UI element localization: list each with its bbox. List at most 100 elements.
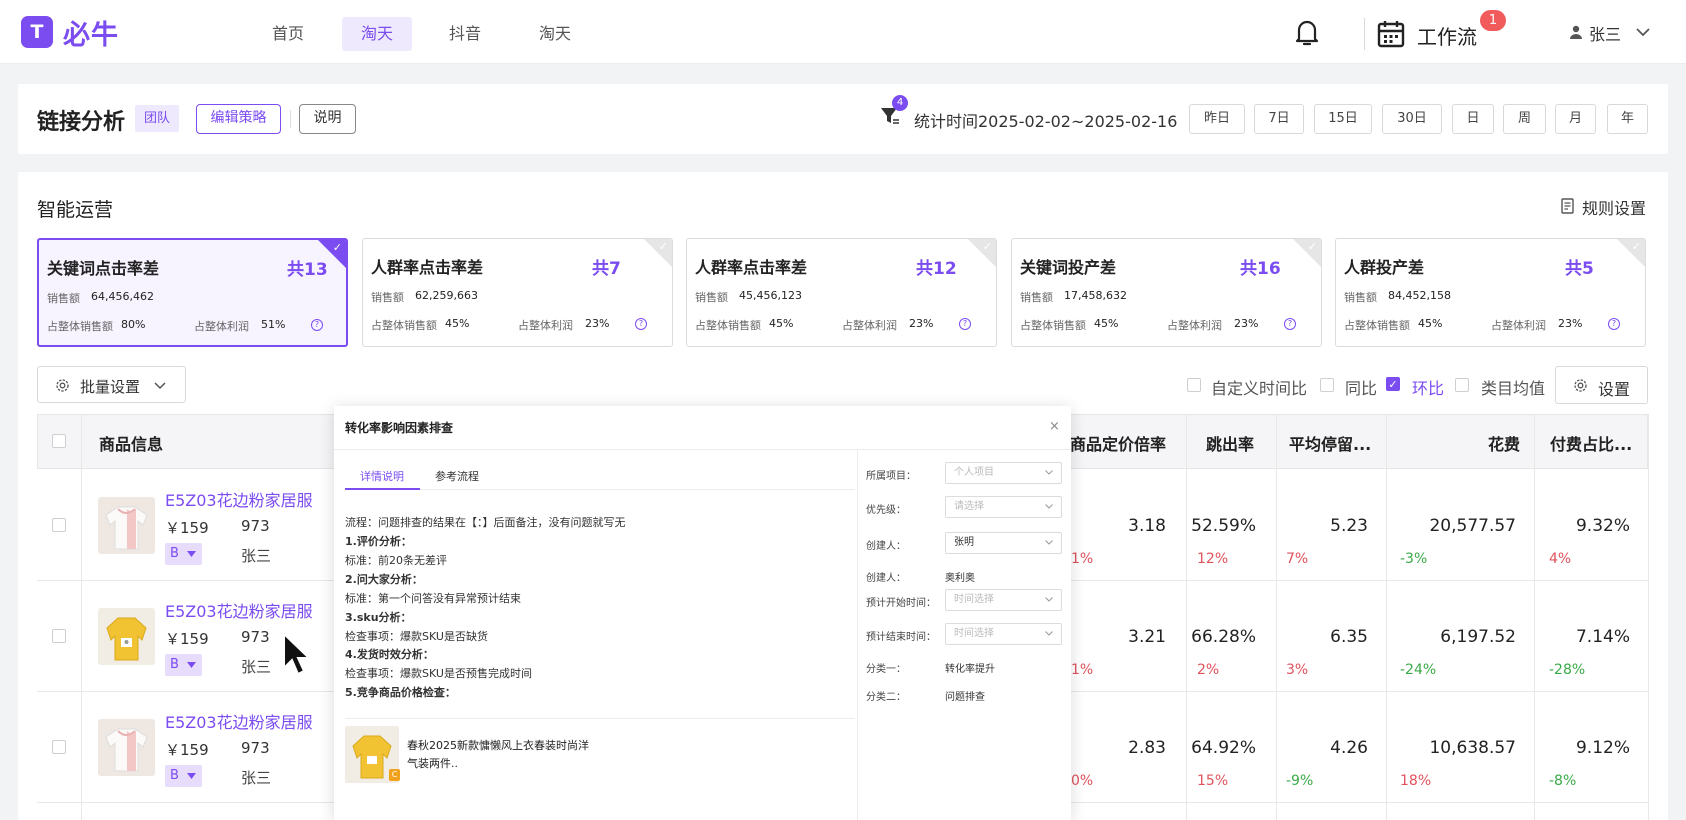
close-icon[interactable]: ×: [1049, 419, 1060, 434]
product-name-link[interactable]: E5Z03花边粉家居服: [165, 709, 313, 733]
date-btn-day[interactable]: 日: [1452, 104, 1494, 134]
col-bounce-rate[interactable]: 跳出率: [1206, 431, 1254, 455]
check-icon: ✓: [658, 240, 668, 253]
category-avg-checkbox[interactable]: [1455, 378, 1469, 392]
custom-time-checkbox[interactable]: [1187, 378, 1201, 392]
tab-reference-flow[interactable]: 参考流程: [435, 468, 479, 484]
gear-icon: [1574, 379, 1587, 392]
date-btn-week[interactable]: 周: [1503, 104, 1546, 134]
change-value: 7%: [1286, 551, 1309, 567]
product-thumbnail[interactable]: [98, 608, 155, 665]
col-divider: [1534, 414, 1535, 820]
mom-checkbox[interactable]: ✓: [1386, 377, 1400, 391]
nav-taotian-2[interactable]: 淘天: [522, 17, 588, 51]
grade-tag[interactable]: B: [165, 654, 202, 676]
product-name-link[interactable]: E5Z03花边粉家居服: [165, 598, 313, 622]
bell-icon[interactable]: [1290, 15, 1324, 49]
change-value: -28%: [1549, 662, 1586, 678]
select-value: 请选择: [954, 501, 984, 512]
help-icon[interactable]: ?: [311, 319, 323, 331]
help-icon[interactable]: ?: [959, 318, 971, 330]
row-checkbox[interactable]: [52, 740, 66, 754]
avg-stay-value: 4.26: [1330, 738, 1368, 758]
help-icon[interactable]: ?: [1284, 318, 1296, 330]
col-spend[interactable]: 花费: [1488, 431, 1520, 455]
chevron-down-icon[interactable]: [1636, 28, 1650, 37]
user-icon: [1570, 25, 1582, 39]
share-value: 80%: [121, 318, 146, 331]
date-btn-15d[interactable]: 15日: [1314, 104, 1372, 134]
change-value: 18%: [1400, 773, 1432, 789]
strategy-card[interactable]: ✓ 人群率点击率差 共12 销售额 45,456,123 占整体销售额 45% …: [686, 238, 997, 347]
date-btn-month[interactable]: 月: [1555, 104, 1596, 134]
mom-label[interactable]: 环比: [1412, 375, 1444, 399]
date-btn-7d[interactable]: 7日: [1254, 104, 1304, 134]
custom-time-label[interactable]: 自定义时间比: [1211, 375, 1307, 399]
logo-icon: T: [21, 16, 53, 48]
col-price-multiple[interactable]: 商品定价倍率: [1070, 431, 1166, 455]
explain-button[interactable]: 说明: [299, 104, 356, 134]
caret-down-icon: [187, 662, 196, 668]
product-qty: 973: [241, 628, 270, 646]
strategy-card[interactable]: ✓ 关键词投产差 共16 销售额 17,458,632 占整体销售额 45% 占…: [1011, 238, 1322, 347]
nav-douyin[interactable]: 抖音: [432, 17, 498, 51]
modal-title: 转化率影响因素排查: [345, 421, 454, 435]
col-paid-share[interactable]: 付费占比...: [1550, 431, 1632, 455]
date-btn-year[interactable]: 年: [1607, 104, 1648, 134]
tab-details[interactable]: 详情说明: [360, 468, 404, 484]
yoy-label[interactable]: 同比: [1345, 375, 1377, 399]
bulk-settings-button[interactable]: 批量设置: [37, 366, 186, 403]
help-icon[interactable]: ?: [1608, 318, 1620, 330]
nav-home[interactable]: 首页: [256, 17, 320, 51]
strategy-card[interactable]: ✓ 人群率点击率差 共7 销售额 62,259,663 占整体销售额 45% 占…: [362, 238, 673, 347]
product-thumbnail[interactable]: [98, 719, 155, 776]
profit-value: 23%: [1234, 317, 1259, 330]
check-icon: ✓: [1631, 240, 1641, 253]
chevron-down-icon: [1045, 631, 1053, 636]
document-icon[interactable]: [1561, 198, 1574, 214]
field-label: 分类一：: [866, 664, 906, 675]
calendar-icon[interactable]: [1377, 20, 1405, 48]
edit-strategy-button[interactable]: 编辑策略: [196, 104, 281, 134]
chevron-down-icon: [1045, 470, 1053, 475]
nav-taotian[interactable]: 淘天: [342, 17, 412, 51]
priority-select[interactable]: 请选择: [945, 496, 1062, 518]
grade-tag[interactable]: B: [165, 543, 202, 565]
settings-button[interactable]: 设置: [1555, 366, 1648, 404]
category-avg-label[interactable]: 类目均值: [1481, 375, 1545, 399]
modal-text-line: 标准：第一个问答没有异常预计结束: [345, 592, 521, 605]
date-btn-30d[interactable]: 30日: [1382, 104, 1442, 134]
caret-down-icon: [187, 773, 196, 779]
profit-label: 占整体利润: [842, 319, 897, 332]
modal-text-line: 标准：前20条无差评: [345, 554, 447, 567]
settings-label: 设置: [1598, 380, 1631, 399]
paid-share-value: 9.32%: [1575, 516, 1630, 536]
workflow-label[interactable]: 工作流: [1417, 21, 1477, 50]
product-title[interactable]: 春秋2025新款慵懒风上衣春装时尚洋气装两件..: [407, 737, 597, 773]
start-time-select[interactable]: 时间选择: [945, 589, 1062, 611]
date-btn-yesterday[interactable]: 昨日: [1189, 104, 1245, 134]
row-checkbox[interactable]: [52, 518, 66, 532]
project-select[interactable]: 个人项目: [945, 462, 1062, 484]
end-time-select[interactable]: 时间选择: [945, 623, 1062, 645]
strategy-card[interactable]: ✓ 关键词点击率差 共13 销售额 64,456,462 占整体销售额 80% …: [37, 238, 348, 347]
creator-select[interactable]: 张明: [945, 532, 1062, 554]
help-icon[interactable]: ?: [635, 318, 647, 330]
page-title: 链接分析: [37, 110, 126, 135]
workflow-badge: 1: [1480, 10, 1506, 31]
stat-time-range: 统计时间2025-02-02~2025-02-16: [914, 112, 1178, 131]
yoy-checkbox[interactable]: [1320, 378, 1334, 392]
product-thumbnail[interactable]: [98, 497, 155, 554]
row-checkbox[interactable]: [52, 629, 66, 643]
grade-tag[interactable]: B: [165, 765, 202, 787]
field-label: 预计结束时间：: [866, 632, 936, 643]
select-all-checkbox[interactable]: [52, 434, 66, 448]
rule-settings-link[interactable]: 规则设置: [1582, 195, 1646, 219]
col-avg-stay[interactable]: 平均停留...: [1289, 431, 1371, 455]
modal-text-line: 检查事项：爆款SKU是否预售完成时间: [345, 667, 532, 680]
product-name-link[interactable]: E5Z03花边粉家居服: [165, 487, 313, 511]
strategy-card[interactable]: ✓ 人群投产差 共5 销售额 84,452,158 占整体销售额 45% 占整体…: [1335, 238, 1646, 347]
col-product-info[interactable]: 商品信息: [99, 431, 163, 455]
card-name: 人群率点击率差: [695, 258, 808, 277]
user-name[interactable]: 张三: [1589, 21, 1621, 45]
